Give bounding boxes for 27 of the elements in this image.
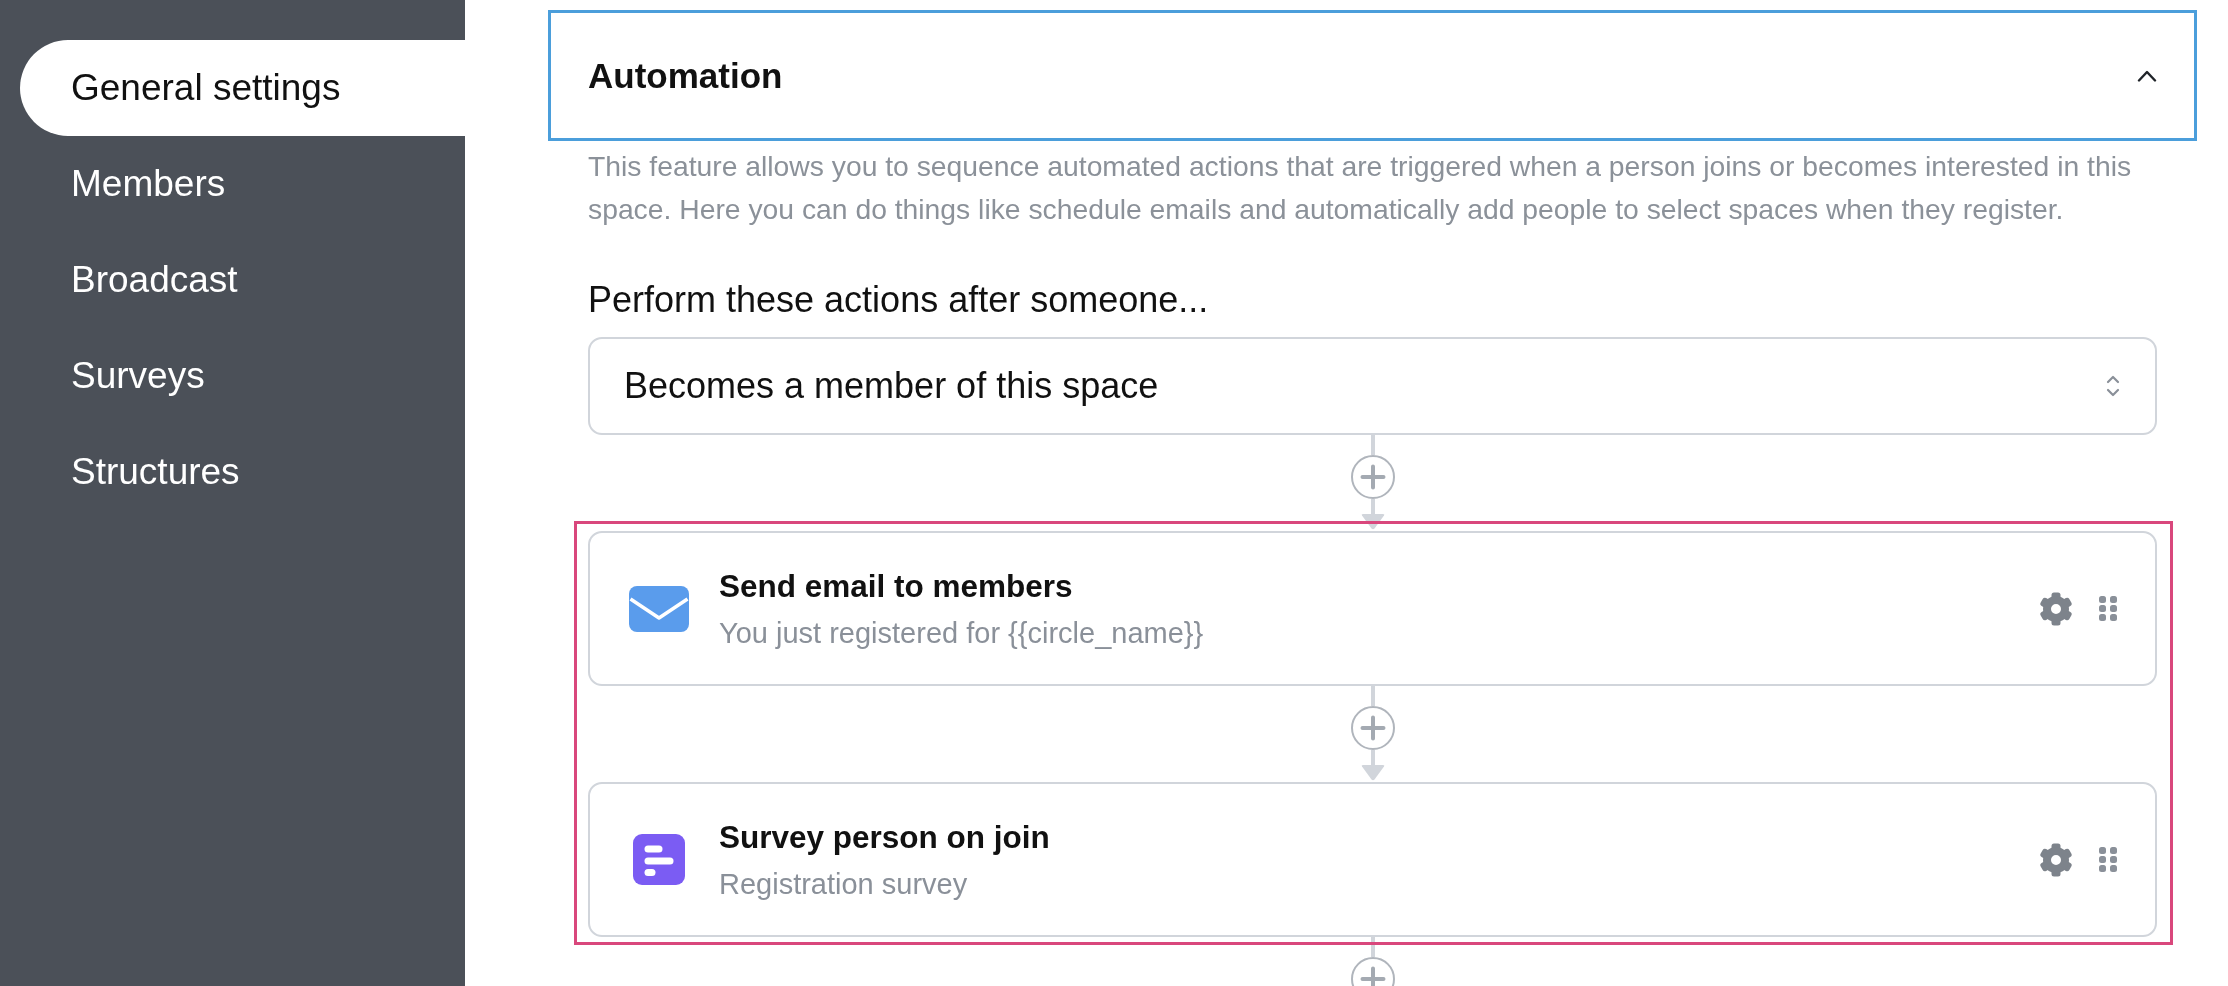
step-card[interactable]: Send email to members You just registered for {{circle_name}}	[588, 531, 2157, 686]
drag-handle-icon[interactable]	[2099, 847, 2117, 872]
sidebar-item[interactable]: Broadcast	[20, 232, 465, 328]
chevrons-icon	[2105, 373, 2121, 399]
lines-icon	[633, 834, 685, 885]
settings-icon[interactable]	[2039, 842, 2073, 877]
plus-circle-icon[interactable]	[1350, 455, 1395, 499]
step-subtitle: You just registered for {{circle_name}}	[719, 615, 1204, 650]
section-description: This feature allows you to sequence automated actions that are triggered when a person joins or becomes interested in this space. Here you can do things like schedule emails and automatically add people to select spaces when they register.	[588, 149, 2133, 227]
step-card[interactable]: Survey person on join Registration survey	[588, 782, 2157, 937]
section-title: Automation	[588, 55, 783, 96]
plus-circle-icon[interactable]	[1350, 706, 1395, 750]
step-subtitle: Registration survey	[719, 866, 968, 901]
connector-arrow	[1360, 750, 1385, 781]
envelope-icon	[629, 585, 689, 632]
settings-icon[interactable]	[2039, 591, 2073, 626]
sidebar-item[interactable]: Structures	[20, 424, 465, 520]
step-title: Send email to members	[719, 567, 1073, 604]
trigger-select[interactable]: Becomes a member of this space	[588, 337, 2157, 435]
drag-handle-icon[interactable]	[2099, 596, 2117, 621]
connector-arrow	[1360, 499, 1385, 530]
sidebar-item[interactable]: Surveys	[20, 328, 465, 424]
sidebar-item[interactable]: General settings	[20, 40, 465, 136]
step-title: Survey person on join	[719, 818, 1050, 855]
sidebar-item[interactable]: Members	[20, 136, 465, 232]
chevron-icon[interactable]	[2137, 69, 2157, 82]
trigger-label: Perform these actions after someone...	[588, 279, 1209, 321]
